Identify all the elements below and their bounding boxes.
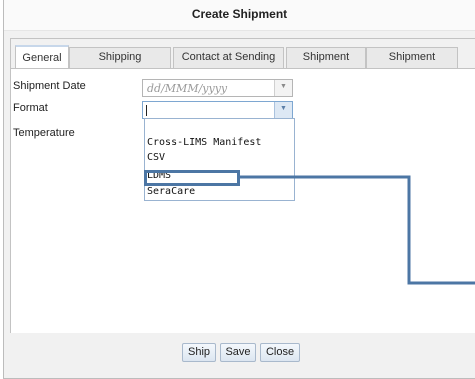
format-dropdown-list: Cross-LIMS Manifest CSV LDMS SeraCare (144, 118, 295, 201)
format-combobox[interactable]: ▼ (142, 101, 293, 119)
save-button[interactable]: Save (220, 343, 256, 362)
temperature-label: Temperature (13, 127, 75, 139)
tab-shipment-contents[interactable]: Shipment Contents (366, 47, 458, 82)
tab-shipment-notes[interactable]: Shipment Notes (286, 47, 366, 82)
ship-button[interactable]: Ship (182, 343, 216, 362)
text-caret (146, 105, 147, 116)
shipment-date-field[interactable]: dd/MMM/yyyy ▼ (142, 79, 293, 97)
shipment-date-label: Shipment Date (13, 80, 86, 92)
date-picker-trigger[interactable]: ▼ (274, 80, 292, 96)
format-label: Format (13, 102, 48, 114)
chevron-down-icon: ▼ (280, 105, 287, 112)
format-option-cross-lims-manifest[interactable]: Cross-LIMS Manifest (146, 136, 293, 151)
format-option-csv[interactable]: CSV (146, 151, 293, 166)
format-option-ldms[interactable]: LDMS (146, 169, 293, 184)
format-dropdown-trigger[interactable]: ▼ (274, 102, 292, 118)
tab-contact-at-sending-lab[interactable]: Contact at Sending Lab (173, 47, 284, 82)
format-option-seracare[interactable]: SeraCare (146, 185, 293, 200)
tab-strip: General Shipping Destination Contact at … (11, 45, 475, 82)
tab-general[interactable]: General (15, 45, 69, 68)
close-button[interactable]: Close (260, 343, 300, 362)
dialog-title: Create Shipment (4, 0, 475, 31)
chevron-down-icon: ▼ (280, 83, 287, 90)
tab-shipping-destination[interactable]: Shipping Destination (69, 47, 171, 82)
shipment-date-placeholder: dd/MMM/yyyy (147, 82, 228, 95)
